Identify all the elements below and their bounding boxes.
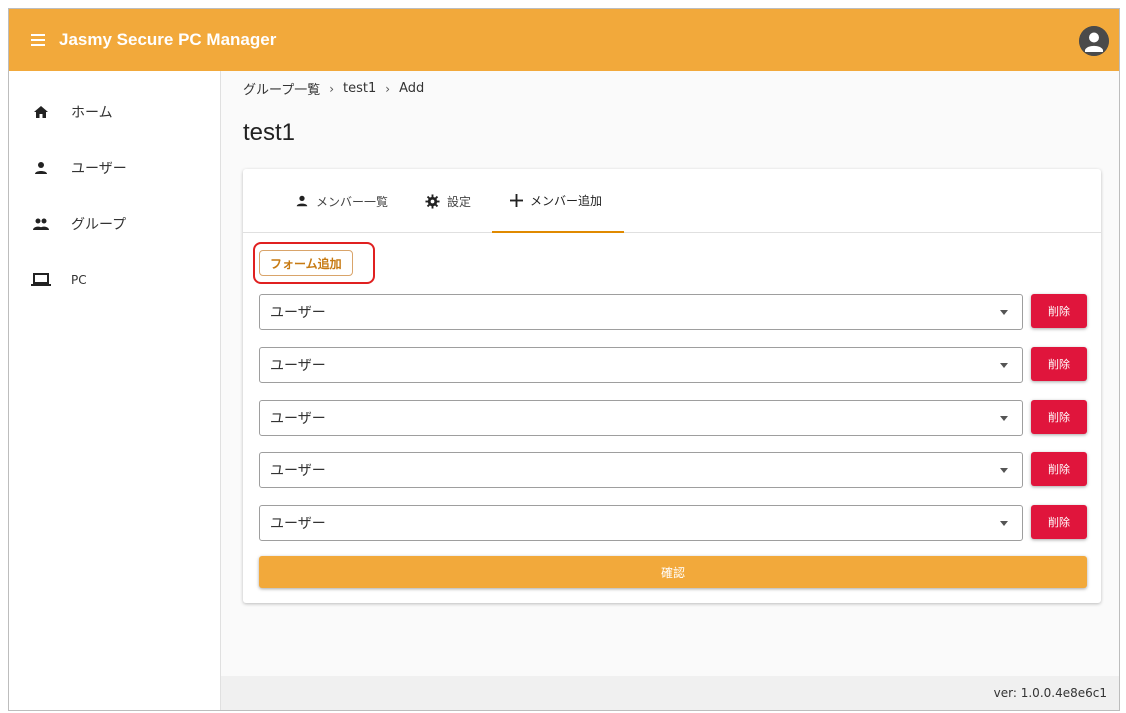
laptop-icon bbox=[31, 270, 51, 290]
sidebar-item-home[interactable]: ホーム bbox=[9, 84, 220, 140]
add-form-button[interactable]: フォーム追加 bbox=[259, 250, 353, 276]
member-row: ユーザー 削除 bbox=[259, 505, 1087, 541]
tab-label: メンバー追加 bbox=[530, 193, 603, 208]
user-select-value: ユーザー bbox=[270, 463, 326, 479]
user-select[interactable]: ユーザー bbox=[259, 505, 1023, 541]
tab-label: 設定 bbox=[447, 194, 472, 209]
sidebar-item-label: グループ bbox=[71, 217, 127, 233]
user-select-value: ユーザー bbox=[270, 516, 326, 532]
hamburger-menu-icon[interactable] bbox=[27, 29, 49, 51]
tab-bar: メンバー一覧 設定 メンバー追加 bbox=[243, 169, 1101, 233]
tab-add-member[interactable]: メンバー追加 bbox=[492, 169, 624, 233]
user-select[interactable]: ユーザー bbox=[259, 294, 1023, 330]
breadcrumb-group[interactable]: test1 bbox=[343, 81, 376, 96]
account-circle-icon[interactable] bbox=[1079, 26, 1109, 56]
version-label: ver: 1.0.0.4e8e6c1 bbox=[993, 686, 1107, 700]
user-select-value: ユーザー bbox=[270, 411, 326, 427]
dropdown-arrow-icon bbox=[1000, 468, 1008, 473]
sidebar-item-pc[interactable]: PC bbox=[9, 252, 220, 308]
app-title: Jasmy Secure PC Manager bbox=[59, 30, 277, 49]
person-icon bbox=[31, 158, 51, 178]
sidebar: ホーム ユーザー グループ PC bbox=[9, 71, 221, 710]
app-window: Jasmy Secure PC Manager ホーム ユーザー グループ PC… bbox=[8, 8, 1120, 711]
tab-settings[interactable]: 設定 bbox=[425, 169, 471, 233]
app-bar: Jasmy Secure PC Manager bbox=[9, 9, 1119, 71]
delete-button[interactable]: 削除 bbox=[1031, 505, 1087, 539]
user-select[interactable]: ユーザー bbox=[259, 452, 1023, 488]
breadcrumb-group-list[interactable]: グループ一覧 bbox=[243, 79, 320, 98]
breadcrumb: グループ一覧 › test1 › Add bbox=[243, 79, 424, 98]
page-title: test1 bbox=[243, 119, 296, 146]
main-content: グループ一覧 › test1 › Add test1 メンバー一覧 設定 メンバ… bbox=[221, 71, 1119, 710]
user-select-value: ユーザー bbox=[270, 358, 326, 374]
dropdown-arrow-icon bbox=[1000, 521, 1008, 526]
home-icon bbox=[31, 102, 51, 122]
dropdown-arrow-icon bbox=[1000, 310, 1008, 315]
sidebar-item-users[interactable]: ユーザー bbox=[9, 140, 220, 196]
member-row: ユーザー 削除 bbox=[259, 347, 1087, 383]
tab-member-list[interactable]: メンバー一覧 bbox=[295, 169, 388, 233]
user-select[interactable]: ユーザー bbox=[259, 347, 1023, 383]
delete-button[interactable]: 削除 bbox=[1031, 452, 1087, 486]
user-select-value: ユーザー bbox=[270, 305, 326, 321]
breadcrumb-current: Add bbox=[399, 81, 425, 96]
chevron-right-icon: › bbox=[329, 81, 335, 96]
member-row: ユーザー 削除 bbox=[259, 400, 1087, 436]
member-row: ユーザー 削除 bbox=[259, 452, 1087, 488]
sidebar-item-groups[interactable]: グループ bbox=[9, 196, 220, 252]
person-icon bbox=[295, 194, 309, 208]
confirm-button[interactable]: 確認 bbox=[259, 556, 1087, 588]
content-card: メンバー一覧 設定 メンバー追加 フォーム追加 ユーザー 削除 ユーザー 削除 … bbox=[243, 169, 1101, 603]
people-icon bbox=[31, 214, 51, 234]
tab-label: メンバー一覧 bbox=[316, 194, 389, 209]
footer: ver: 1.0.0.4e8e6c1 bbox=[221, 676, 1119, 710]
sidebar-item-label: ホーム bbox=[71, 105, 113, 121]
plus-icon bbox=[510, 193, 523, 207]
gear-icon bbox=[425, 193, 440, 209]
sidebar-item-label: ユーザー bbox=[71, 161, 127, 177]
user-select[interactable]: ユーザー bbox=[259, 400, 1023, 436]
chevron-right-icon: › bbox=[385, 81, 391, 96]
delete-button[interactable]: 削除 bbox=[1031, 400, 1087, 434]
delete-button[interactable]: 削除 bbox=[1031, 347, 1087, 381]
dropdown-arrow-icon bbox=[1000, 363, 1008, 368]
dropdown-arrow-icon bbox=[1000, 416, 1008, 421]
member-row: ユーザー 削除 bbox=[259, 294, 1087, 330]
sidebar-item-label: PC bbox=[71, 273, 87, 287]
delete-button[interactable]: 削除 bbox=[1031, 294, 1087, 328]
